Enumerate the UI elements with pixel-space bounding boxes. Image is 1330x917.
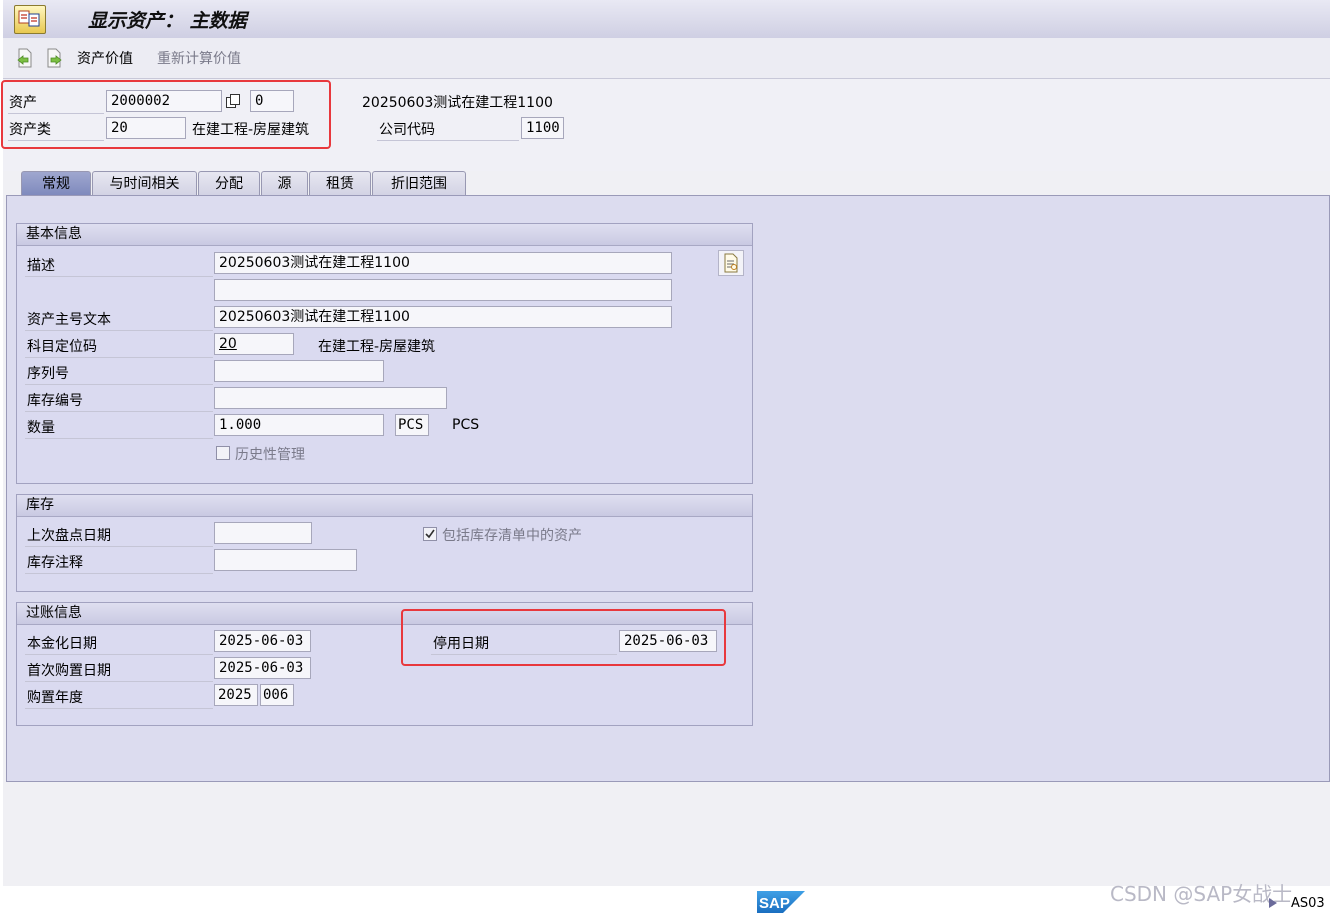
tab-origin[interactable]: 源	[261, 171, 308, 195]
description-field[interactable]: 20250603测试在建工程1100	[214, 252, 672, 274]
acquisition-year-field[interactable]: 2025	[214, 684, 258, 706]
tab-time-dependent[interactable]: 与时间相关	[92, 171, 197, 195]
inventory-number-label: 库存编号	[27, 393, 83, 409]
history-label: 历史性管理	[235, 447, 305, 463]
description-label: 描述	[27, 258, 55, 274]
group-inventory: 库存	[16, 494, 753, 592]
capitalization-date-label: 本金化日期	[27, 636, 97, 652]
main-text-field[interactable]: 20250603测试在建工程1100	[214, 306, 672, 328]
status-bar: SAP CSDN @SAP女战士 AS03	[0, 882, 1330, 914]
tab-depreciation-areas[interactable]: 折旧范围	[372, 171, 466, 195]
sap-menu-icon[interactable]	[14, 5, 46, 34]
asset-value-button[interactable]: 资产价值	[77, 48, 133, 68]
tab-allocations[interactable]: 分配	[198, 171, 260, 195]
history-checkbox[interactable]	[216, 446, 230, 460]
quantity-field[interactable]: 1.000	[214, 414, 384, 436]
account-determination-field[interactable]: 20	[214, 333, 294, 355]
company-code-field[interactable]: 1100	[521, 117, 564, 139]
inventory-number-field[interactable]	[214, 387, 447, 409]
group-title: 库存	[17, 495, 752, 517]
acquisition-year-label: 购置年度	[27, 690, 83, 706]
previous-object-icon[interactable]	[17, 48, 33, 68]
highlight-box-header	[1, 80, 331, 149]
capitalization-date-field[interactable]: 2025-06-03	[214, 630, 311, 652]
group-title: 基本信息	[17, 224, 752, 246]
play-triangle-icon[interactable]	[1268, 897, 1278, 909]
application-toolbar: 资产价值 重新计算价值	[3, 38, 1330, 79]
tab-leasing[interactable]: 租赁	[309, 171, 371, 195]
unit-field[interactable]: PCS	[395, 414, 429, 436]
first-acquisition-date-field[interactable]: 2025-06-03	[214, 657, 311, 679]
description-field-2[interactable]	[214, 279, 672, 301]
unit-text: PCS	[452, 417, 480, 433]
include-inventory-label: 包括库存清单中的资产	[442, 528, 582, 544]
inventory-note-label: 库存注释	[27, 555, 83, 571]
document-icon	[724, 253, 738, 273]
watermark-text: CSDN @SAP女战士	[1110, 882, 1293, 906]
long-text-button[interactable]	[718, 250, 744, 276]
title-bar: 显示资产： 主数据	[3, 0, 1330, 39]
account-determination-label: 科目定位码	[27, 339, 97, 355]
include-inventory-checkbox[interactable]	[423, 527, 437, 541]
account-determination-text: 在建工程-房屋建筑	[318, 339, 436, 355]
page-title: 显示资产： 主数据	[88, 10, 247, 32]
serial-number-label: 序列号	[27, 366, 69, 382]
acquisition-period-field[interactable]: 006	[260, 684, 294, 706]
last-inventory-date-field[interactable]	[214, 522, 312, 544]
tab-general[interactable]: 常规	[21, 171, 91, 195]
sap-logo: SAP	[757, 891, 805, 913]
main-text-label: 资产主号文本	[27, 312, 111, 328]
inventory-note-field[interactable]	[214, 549, 357, 571]
last-inventory-date-label: 上次盘点日期	[27, 528, 111, 544]
transaction-code: AS03	[1291, 896, 1325, 911]
company-code-label: 公司代码	[379, 122, 435, 138]
recalculate-value-button[interactable]: 重新计算价值	[157, 48, 241, 68]
next-object-icon[interactable]	[46, 48, 62, 68]
highlight-box-deactivation	[401, 609, 726, 666]
checkmark-icon	[425, 529, 435, 539]
quantity-label: 数量	[27, 420, 55, 436]
svg-text:SAP: SAP	[759, 895, 790, 912]
asset-description-text: 20250603测试在建工程1100	[362, 95, 553, 111]
serial-number-field[interactable]	[214, 360, 384, 382]
first-acquisition-date-label: 首次购置日期	[27, 663, 111, 679]
